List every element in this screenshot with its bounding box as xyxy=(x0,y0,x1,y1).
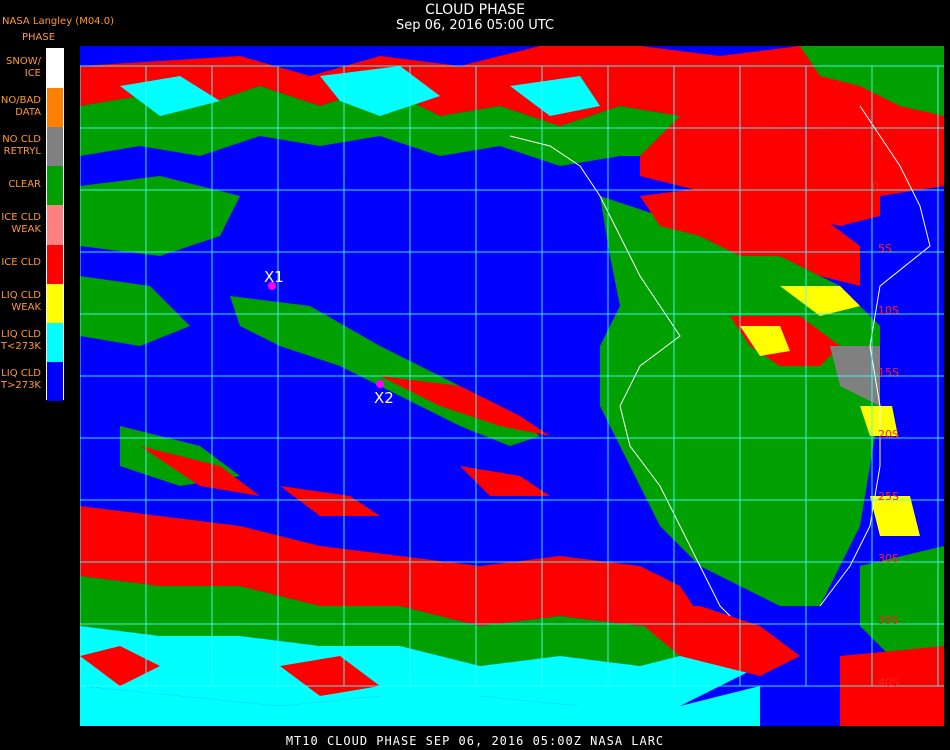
legend-swatch-5 xyxy=(47,244,63,284)
legend-label-8: LIQ CLD T>273K xyxy=(0,368,41,392)
legend-swatch-1 xyxy=(47,88,63,128)
marker-x1-label: X1 xyxy=(264,268,284,286)
lat-label-10s: 10S xyxy=(878,304,899,317)
legend-label-4: ICE CLD WEAK xyxy=(1,212,41,235)
legend-label-2: NO CLD RETRYL xyxy=(2,133,41,157)
lat-label-25s: 25S xyxy=(878,490,899,503)
lat-label-40s: 40S xyxy=(878,676,899,689)
legend-swatch-0 xyxy=(47,49,63,89)
legend-swatch-2 xyxy=(47,127,63,167)
legend-label-6: LIQ CLD WEAK xyxy=(1,290,41,314)
legend-swatch-8 xyxy=(47,361,63,401)
lat-label-15s: 15S xyxy=(878,366,899,379)
legend-swatch-3 xyxy=(47,166,63,206)
chart-title: CLOUD PHASE xyxy=(425,2,525,18)
legend-label-7: LIQ CLD T<273K xyxy=(0,329,41,353)
legend-color-bar xyxy=(46,48,64,401)
footer-caption: MT10 CLOUD PHASE SEP 06, 2016 05:00Z NAS… xyxy=(285,734,665,748)
lat-label-20s: 20S xyxy=(878,428,899,441)
legend-label-5: ICE CLD xyxy=(1,257,41,269)
legend-swatch-4 xyxy=(47,205,63,245)
cloud-phase-map: 0 5S 10S 15S 20S 25S 30S 35S 40S X1 X2 xyxy=(80,46,944,726)
legend-swatch-6 xyxy=(47,283,63,323)
lat-label-0: 0 xyxy=(872,180,879,193)
lat-label-30s: 30S xyxy=(878,552,899,565)
org-label: NASA Langley (M04.0) xyxy=(2,16,114,27)
legend-label-1: NO/BAD DATA xyxy=(0,94,41,118)
legend-title: PHASE xyxy=(22,32,56,43)
marker-x2-label: X2 xyxy=(374,389,394,407)
legend-label-3: CLEAR xyxy=(8,178,41,190)
legend-label-0: SNOW/ ICE xyxy=(6,55,41,79)
chart-subtitle: Sep 06, 2016 05:00 UTC xyxy=(395,18,555,33)
lat-label-35s: 35S xyxy=(878,614,899,627)
lat-label-5s: 5S xyxy=(878,242,892,255)
legend-swatch-7 xyxy=(47,322,63,362)
